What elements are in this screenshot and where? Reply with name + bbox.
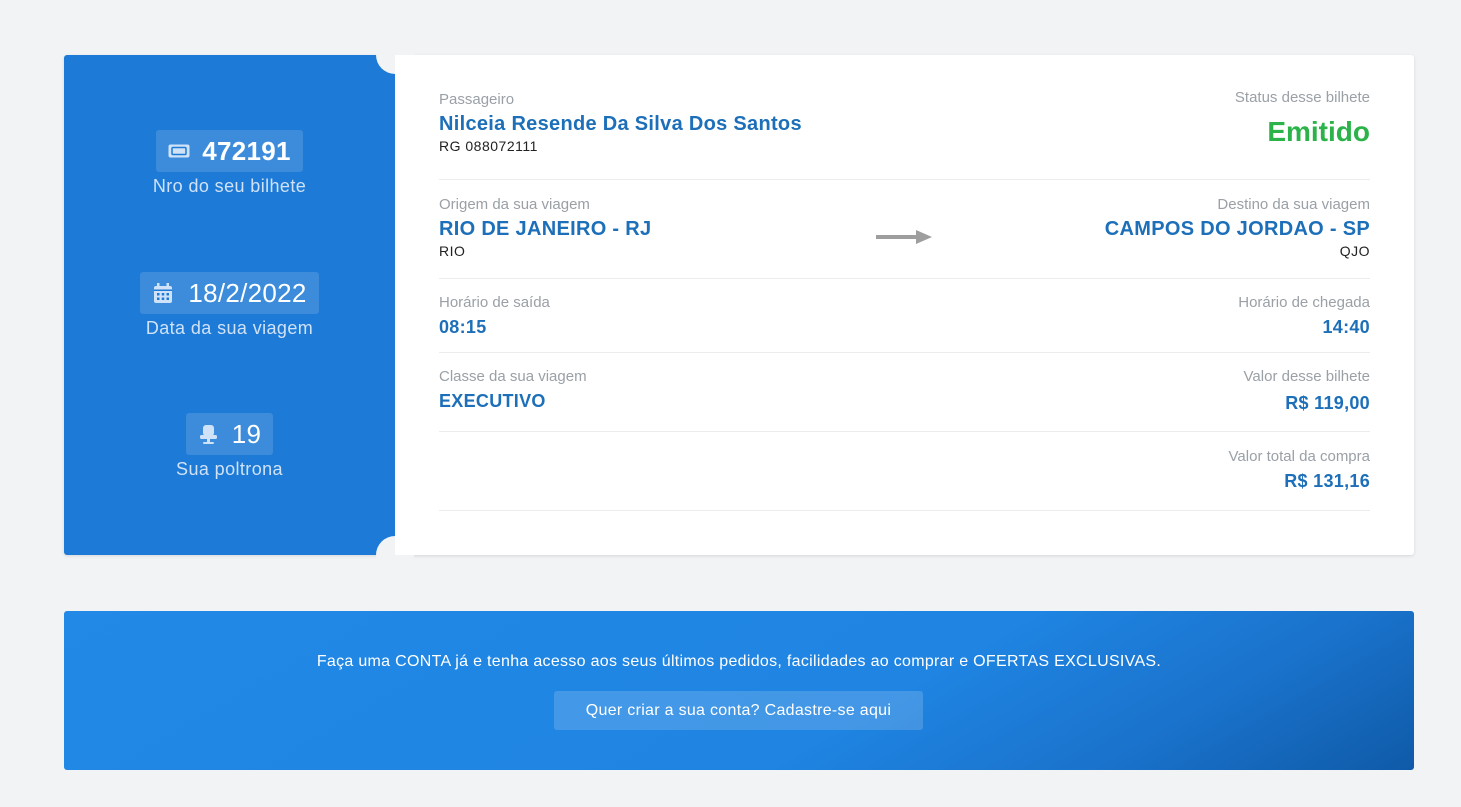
ticket-number-block: 472191 Nro do seu bilhete xyxy=(64,130,395,197)
class-row: Classe da sua viagem EXECUTIVO Valor des… xyxy=(439,353,1370,432)
seat-label: Sua poltrona xyxy=(176,459,283,479)
trip-date-chip: 18/2/2022 xyxy=(140,272,319,314)
arrival-label: Horário de chegada xyxy=(1238,294,1370,311)
seat-number: 19 xyxy=(231,418,262,449)
promo-text: Faça uma CONTA já e tenha acesso aos seu… xyxy=(316,653,1162,670)
total-price-value: R$ 131,16 xyxy=(1284,471,1370,491)
passenger-label: Passageiro xyxy=(439,91,515,108)
seat-block: 19 Sua poltrona xyxy=(64,413,395,480)
departure-time: 08:15 xyxy=(439,317,487,337)
passenger-row: Passageiro Nilceia Resende Da Silva Dos … xyxy=(439,89,1370,180)
passenger-document: RG 088072111 xyxy=(439,138,538,154)
trip-date-label: Data da sua viagem xyxy=(145,318,314,338)
arrival-time: 14:40 xyxy=(1322,317,1370,337)
arrow-right-icon xyxy=(876,230,932,244)
ticket-card: 472191 Nro do seu bilhete 18/2/2022 Data… xyxy=(64,36,1414,574)
ticket-stub: 472191 Nro do seu bilhete 18/2/2022 Data… xyxy=(64,36,414,574)
seat-icon xyxy=(198,423,220,445)
trip-date-block: 18/2/2022 Data da sua viagem xyxy=(64,272,395,339)
travel-class-value: EXECUTIVO xyxy=(439,391,546,411)
status-label: Status desse bilhete xyxy=(1234,89,1370,106)
ticket-number-chip: 472191 xyxy=(156,130,303,172)
seat-chip: 19 xyxy=(185,413,274,455)
ticket-number: 472191 xyxy=(202,135,291,166)
total-price-label: Valor total da compra xyxy=(1228,448,1370,465)
ticket-icon xyxy=(168,140,190,162)
passenger-name: Nilceia Resende Da Silva Dos Santos xyxy=(439,113,802,135)
origin-code: RIO xyxy=(439,243,466,259)
travel-class-label: Classe da sua viagem xyxy=(439,368,587,385)
route-row: Origem da sua viagem RIO DE JANEIRO - RJ… xyxy=(439,180,1370,279)
ticket-price-label: Valor desse bilhete xyxy=(1243,368,1370,385)
calendar-icon xyxy=(152,282,174,304)
departure-label: Horário de saída xyxy=(439,294,550,311)
origin-city: RIO DE JANEIRO - RJ xyxy=(439,218,652,240)
destination-city: CAMPOS DO JORDAO - SP xyxy=(1104,218,1370,240)
ticket-number-label: Nro do seu bilhete xyxy=(152,176,307,196)
origin-label: Origem da sua viagem xyxy=(439,196,590,213)
destination-code: QJO xyxy=(1339,243,1370,259)
total-row: Valor total da compra R$ 131,16 xyxy=(439,432,1370,511)
times-row: Horário de saída 08:15 Horário de chegad… xyxy=(439,279,1370,353)
ticket-price-value: R$ 119,00 xyxy=(1285,393,1370,413)
destination-label: Destino da sua viagem xyxy=(1217,196,1370,213)
create-account-button[interactable]: Quer criar a sua conta? Cadastre-se aqui xyxy=(554,691,923,730)
status-badge: Emitido xyxy=(1267,116,1370,147)
account-promo-banner: Faça uma CONTA já e tenha acesso aos seu… xyxy=(64,611,1414,770)
ticket-details: Passageiro Nilceia Resende Da Silva Dos … xyxy=(395,55,1414,555)
trip-date: 18/2/2022 xyxy=(188,277,307,308)
